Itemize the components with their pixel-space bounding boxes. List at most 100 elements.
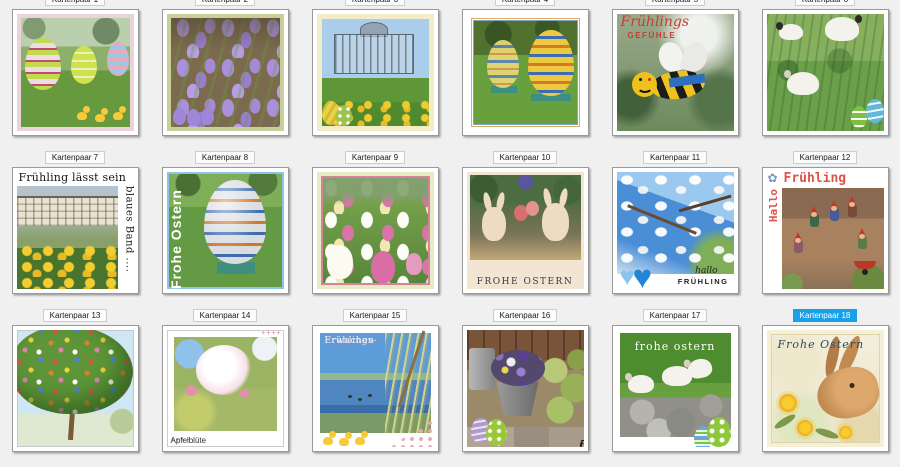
- chick-icon: [76, 106, 90, 120]
- gnome-photo: [781, 188, 884, 289]
- gnome-shape: [793, 232, 803, 253]
- card-overlay-text: frohe ostern: [634, 340, 716, 353]
- leaf-shape: [772, 412, 797, 431]
- card-cell-4: Kartenpaar 4: [450, 0, 600, 151]
- blossom-shape: [195, 345, 252, 395]
- card-cell-12: Kartenpaar 12 ✿ Frühling Hallo: [750, 151, 900, 309]
- lambs-rocks-scene: frohe ostern: [616, 330, 734, 447]
- gnome-shape: [809, 206, 819, 227]
- card-cell-14: Kartenpaar 14 ++++ ++++ Apfelblüte: [150, 309, 300, 467]
- card-overlay-text: Frühling: [783, 172, 847, 186]
- egg-shape: [200, 108, 214, 125]
- card-label-6[interactable]: Kartenpaar 6: [794, 0, 856, 6]
- card-label-17[interactable]: Kartenpaar 17: [642, 309, 708, 322]
- card-thumbnail-18[interactable]: Frohe Ostern: [761, 325, 889, 452]
- card-thumbnail-11[interactable]: ♥ ♥ hallo FRÜHLING: [611, 167, 739, 294]
- card-label-15[interactable]: Kartenpaar 15: [342, 309, 408, 322]
- card-label-8[interactable]: Kartenpaar 8: [194, 151, 256, 164]
- crocus-meadow-scene: [166, 14, 284, 131]
- card-thumbnail-4[interactable]: [461, 9, 589, 136]
- card-thumbnail-14[interactable]: ++++ ++++ Apfelblüte: [161, 325, 289, 452]
- apple-blossom-closeup-scene: ++++ ++++ Apfelblüte: [166, 330, 284, 447]
- card-thumbnail-10[interactable]: FROHE OSTERN: [461, 167, 589, 294]
- card-thumbnail-16[interactable]: Frohe Ostern: [461, 325, 589, 452]
- egg-shape: [485, 419, 507, 446]
- palace-building: [16, 196, 118, 226]
- card-label-12[interactable]: Kartenpaar 12: [792, 151, 858, 164]
- egg-shape: [865, 99, 884, 123]
- card-thumbnail-2[interactable]: [161, 9, 289, 136]
- bunny-shape: [541, 203, 569, 241]
- bee-decoration-scene: Frühlings GEFÜHLE: [616, 14, 734, 131]
- egg-shape: [106, 42, 129, 76]
- blossom-bud: [239, 389, 249, 398]
- card-cell-1: Kartenpaar 1: [0, 0, 150, 151]
- card-cell-9: Kartenpaar 9: [300, 151, 450, 309]
- chick-icon: [94, 108, 108, 122]
- blossom-photo: [173, 337, 277, 431]
- gnome-shape: [829, 200, 839, 221]
- card-thumbnail-12[interactable]: ✿ Frühling Hallo: [761, 167, 889, 294]
- card-cell-15: Kartenpaar 15 Frühlings- Erwachen: [300, 309, 450, 467]
- greenhouse-scene: [316, 14, 434, 131]
- tulip-field-scene: [316, 172, 434, 289]
- card-label-16[interactable]: Kartenpaar 16: [492, 309, 558, 322]
- bunny-shape: [481, 207, 506, 241]
- apple-blossom-hearts-scene: ♥ ♥ hallo FRÜHLING: [616, 172, 734, 289]
- card-label-3[interactable]: Kartenpaar 3: [344, 0, 406, 6]
- card-thumbnail-3[interactable]: [311, 9, 439, 136]
- card-thumbnail-1[interactable]: [11, 9, 139, 136]
- easter-egg-tree-scene: [16, 330, 134, 447]
- card-label-4[interactable]: Kartenpaar 4: [494, 0, 556, 6]
- egg-shape: [486, 40, 519, 88]
- egg-shape: [24, 38, 61, 90]
- card-cell-2: Kartenpaar 2: [150, 0, 300, 151]
- tulip-shape: [405, 253, 422, 275]
- easter-eggs-garden-scene: [16, 14, 134, 131]
- card-label-18[interactable]: Kartenpaar 18: [792, 309, 858, 322]
- bunny-photo: [469, 175, 581, 260]
- bee-wing: [678, 39, 711, 75]
- bead-eggs-lawn-scene: [466, 14, 584, 131]
- heart-icon: ♥: [632, 258, 653, 289]
- bunny-figurines-scene: FROHE OSTERN: [466, 172, 584, 289]
- card-thumbnail-8[interactable]: Frohe Ostern: [161, 167, 289, 294]
- card-label-7[interactable]: Kartenpaar 7: [44, 151, 106, 164]
- card-cell-3: Kartenpaar 3: [300, 0, 450, 151]
- card-thumbnail-7[interactable]: Frühling lässt sein blaues Band ....: [11, 167, 139, 294]
- card-label-9[interactable]: Kartenpaar 9: [344, 151, 406, 164]
- card-overlay-text: Apfelblüte: [170, 436, 207, 445]
- card-thumbnail-13[interactable]: [11, 325, 139, 452]
- card-label-14[interactable]: Kartenpaar 14: [192, 309, 258, 322]
- chick-icon: [112, 106, 126, 120]
- card-label-2[interactable]: Kartenpaar 2: [194, 0, 256, 6]
- dandelion-shape: [778, 394, 797, 412]
- card-cell-16: Kartenpaar 16 Frohe Ostern: [450, 309, 600, 467]
- card-caption: ++++ Apfelblüte: [171, 435, 280, 446]
- card-overlay-text: FROHE OSTERN: [476, 277, 574, 287]
- card-overlay-text: Frühling lässt sein: [18, 172, 127, 184]
- card-label-5[interactable]: Kartenpaar 5: [644, 0, 706, 6]
- card-thumbnail-5[interactable]: Frühlings GEFÜHLE: [611, 9, 739, 136]
- chick-icon: [354, 431, 368, 445]
- card-overlay-text-vertical: Frohe Ostern: [167, 189, 184, 289]
- card-thumbnail-17[interactable]: frohe ostern: [611, 325, 739, 452]
- card-label-11[interactable]: Kartenpaar 11: [642, 151, 708, 164]
- card-label-1[interactable]: Kartenpaar 1: [44, 0, 106, 6]
- card-cell-18: Kartenpaar 18 Frohe Ostern: [750, 309, 900, 467]
- card-overlay-text: FRÜHLING: [677, 277, 729, 286]
- card-label-13[interactable]: Kartenpaar 13: [42, 309, 108, 322]
- tulip-shape: [370, 251, 395, 283]
- card-label-10[interactable]: Kartenpaar 10: [492, 151, 558, 164]
- card-thumbnail-15[interactable]: Frühlings- Erwachen: [311, 325, 439, 452]
- pansy-cluster: [490, 350, 545, 386]
- dandelion-shape: [838, 426, 852, 439]
- egg-shape: [186, 109, 200, 126]
- card-thumbnail-9[interactable]: [311, 167, 439, 294]
- palace-daffodils-scene: Frühling lässt sein blaues Band ....: [16, 172, 134, 289]
- card-cell-7: Kartenpaar 7 Frühling lässt sein blaues …: [0, 151, 150, 309]
- decor-plusses: ++++: [261, 330, 282, 337]
- card-thumbnail-6[interactable]: [761, 9, 889, 136]
- flower-pot: [496, 382, 539, 416]
- ducks-on-lake: [347, 395, 352, 398]
